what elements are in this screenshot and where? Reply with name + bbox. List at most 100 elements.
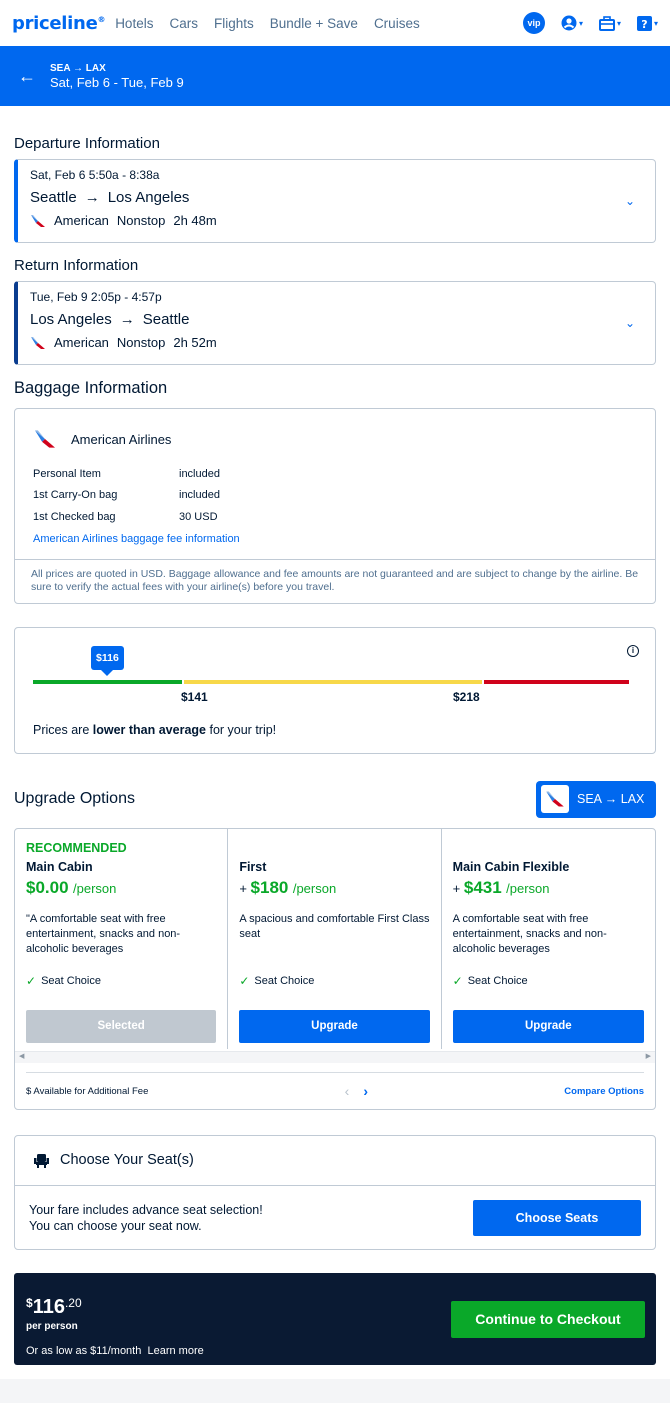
cabin-price: + $180 /person xyxy=(239,877,337,897)
trips-menu[interactable]: ▾ xyxy=(598,15,621,31)
departure-destination: Los Angeles xyxy=(107,189,190,206)
return-heading: Return Information xyxy=(14,257,139,274)
price-meter-bar xyxy=(33,679,629,684)
help-menu[interactable]: ? ▾ xyxy=(636,15,658,31)
baggage-disclaimer: All prices are quoted in USD. Baggage al… xyxy=(15,558,655,603)
baggage-item: 1st Checked bag xyxy=(33,510,116,523)
per-person-label: per person xyxy=(26,1320,78,1332)
meter-mid-segment xyxy=(184,679,482,684)
american-airlines-logo xyxy=(541,785,569,813)
arrow-right-icon: → xyxy=(119,311,135,328)
american-airlines-logo xyxy=(31,214,45,227)
back-arrow-icon[interactable]: ← xyxy=(18,66,36,87)
cabin-name: Main Cabin Flexible xyxy=(452,859,570,874)
cabin-feature: ✓ Seat Choice xyxy=(452,973,528,988)
seat-selection-card: Choose Your Seat(s) Your fare includes a… xyxy=(14,1134,656,1250)
chevron-left-icon[interactable]: ‹ xyxy=(345,1083,350,1099)
nav-link-hotels[interactable]: Hotels xyxy=(115,16,153,31)
continue-to-checkout-button[interactable]: Continue to Checkout xyxy=(451,1300,645,1338)
nav-link-flights[interactable]: Flights xyxy=(214,16,254,31)
user-icon xyxy=(561,15,577,31)
check-icon: ✓ xyxy=(239,973,250,988)
chevron-down-icon[interactable]: ⌄ xyxy=(625,316,635,330)
recommended-badge: RECOMMENDED xyxy=(26,840,127,855)
scroll-right-icon[interactable]: ▶ xyxy=(646,1052,651,1060)
upgrade-button[interactable]: Upgrade xyxy=(452,1009,644,1043)
upgrade-route-tab[interactable]: SEA → LAX xyxy=(536,780,656,818)
return-duration: 2h 52m xyxy=(173,335,217,350)
price-message: Prices are lower than average for your t… xyxy=(33,722,277,737)
page-footer-strip xyxy=(0,1379,670,1403)
scroll-left-icon[interactable]: ◀ xyxy=(19,1052,24,1060)
seat-icon xyxy=(34,1153,49,1168)
total-price: $116.20 xyxy=(26,1295,82,1318)
baggage-fee-link[interactable]: American Airlines baggage fee informatio… xyxy=(33,533,240,545)
selected-button[interactable]: Selected xyxy=(26,1009,217,1043)
nav-link-cars[interactable]: Cars xyxy=(169,16,198,31)
low-threshold-label: $141 xyxy=(181,689,208,704)
baggage-row: Personal Item included xyxy=(33,463,637,485)
choose-seats-button[interactable]: Choose Seats xyxy=(473,1199,641,1236)
nav-links: Hotels Cars Flights Bundle + Save Cruise… xyxy=(115,16,420,31)
horizontal-scrollbar[interactable]: ◀ ▶ xyxy=(15,1050,655,1063)
baggage-heading: Baggage Information xyxy=(14,379,168,397)
return-airline: American xyxy=(54,335,109,350)
upgrade-option-main-cabin-flexible: Main Cabin Flexible + $431 /person A com… xyxy=(442,829,655,1049)
departure-flight-card[interactable]: Sat, Feb 6 5:50a - 8:38a Seattle → Los A… xyxy=(14,159,656,243)
baggage-value: 30 USD xyxy=(179,510,218,523)
learn-more-link[interactable]: Learn more xyxy=(147,1345,203,1357)
departure-time: Sat, Feb 6 5:50a - 8:38a xyxy=(30,168,160,182)
departure-airline: American xyxy=(54,213,109,228)
upgrade-options-card: RECOMMENDED Main Cabin $0.00 /person "A … xyxy=(14,827,656,1110)
cabin-price: $0.00 /person xyxy=(26,877,117,897)
baggage-item: 1st Carry-On bag xyxy=(33,489,118,502)
monthly-payment: Or as low as $11/month Learn more xyxy=(26,1344,204,1357)
account-menu[interactable]: ▾ xyxy=(561,15,583,31)
nav-link-cruises[interactable]: Cruises xyxy=(374,16,420,31)
upgrade-heading: Upgrade Options xyxy=(14,790,135,807)
trip-dates: Sat, Feb 6 - Tue, Feb 9 xyxy=(50,74,184,90)
upgrade-header: Upgrade Options SEA → LAX xyxy=(14,780,656,818)
nav-right: vip ▾ ▾ ? ▾ xyxy=(522,12,658,34)
top-nav: priceline® Hotels Cars Flights Bundle + … xyxy=(0,0,670,46)
cabin-description: A comfortable seat with free entertainme… xyxy=(452,912,607,955)
chevron-down-icon: ▾ xyxy=(616,18,621,28)
departure-route: Seattle → Los Angeles xyxy=(30,189,643,206)
upgrade-option-first: First + $180 /person A spacious and comf… xyxy=(228,828,442,1049)
seat-info: Your fare includes advance seat selectio… xyxy=(29,1202,263,1234)
upgrade-route-label: SEA → LAX xyxy=(577,792,645,806)
info-icon[interactable]: i xyxy=(627,644,639,657)
baggage-value: included xyxy=(179,467,220,480)
upgrade-button[interactable]: Upgrade xyxy=(239,1009,430,1043)
price-meter-card: $116 i $141 $218 Prices are lower than a… xyxy=(14,626,656,754)
current-price-tag: $116 xyxy=(91,645,124,676)
cabin-feature: ✓ Seat Choice xyxy=(239,973,315,988)
baggage-item: Personal Item xyxy=(33,467,101,480)
check-icon: ✓ xyxy=(452,973,463,988)
cabin-description: A spacious and comfortable First Class s… xyxy=(239,912,430,940)
vip-badge[interactable]: vip xyxy=(522,12,545,34)
chevron-down-icon: ▾ xyxy=(653,18,658,28)
compare-options-link[interactable]: Compare Options xyxy=(564,1086,644,1097)
nav-link-bundle[interactable]: Bundle + Save xyxy=(270,16,358,31)
trip-summary-bar: ← SEA → LAX Sat, Feb 6 - Tue, Feb 9 xyxy=(0,46,670,106)
cabin-feature: ✓ Seat Choice xyxy=(26,973,101,988)
fee-note: $ Available for Additional Fee xyxy=(26,1085,149,1097)
chevron-down-icon[interactable]: ⌄ xyxy=(625,194,635,208)
baggage-card: American Airlines Personal Item included … xyxy=(14,408,656,604)
high-threshold-label: $218 xyxy=(453,689,480,704)
seat-info-line: You can choose your seat now. xyxy=(29,1218,202,1233)
return-flight-card[interactable]: Tue, Feb 9 2:05p - 4:57p Los Angeles → S… xyxy=(14,281,656,365)
upgrade-footer: $ Available for Additional Fee ‹ › Compa… xyxy=(26,1071,644,1109)
chevron-down-icon: ▾ xyxy=(578,18,583,28)
cabin-name: Main Cabin xyxy=(26,859,93,874)
upgrade-pager: ‹ › xyxy=(345,1083,368,1099)
briefcase-icon xyxy=(598,15,615,31)
meter-low-segment xyxy=(33,679,182,684)
seat-info-line: Your fare includes advance seat selectio… xyxy=(29,1202,263,1217)
priceline-logo[interactable]: priceline® xyxy=(12,13,105,34)
return-airline-info: American Nonstop 2h 52m xyxy=(30,335,643,350)
baggage-airline: American Airlines xyxy=(33,429,637,449)
cabin-price: + $431 /person xyxy=(452,877,550,897)
chevron-right-icon[interactable]: › xyxy=(363,1083,368,1099)
